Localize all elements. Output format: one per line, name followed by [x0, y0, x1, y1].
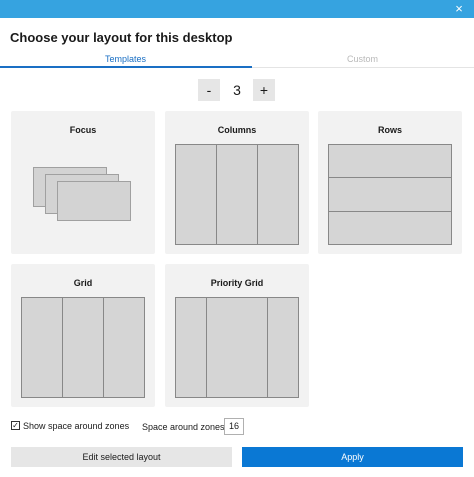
tab-divider — [252, 67, 474, 68]
layout-preview — [328, 144, 452, 245]
zone-divider — [329, 211, 451, 212]
checkmark-icon: ✓ — [12, 421, 19, 430]
layout-card-grid[interactable]: Grid — [11, 264, 155, 407]
layout-card-title: Focus — [69, 125, 97, 135]
layout-card-focus[interactable]: Focus — [11, 111, 155, 254]
layout-preview — [175, 144, 299, 245]
increment-zones-button[interactable]: + — [253, 79, 275, 101]
focus-zone — [57, 181, 131, 221]
layout-preview — [175, 297, 299, 398]
decrement-zones-button[interactable]: - — [198, 79, 220, 101]
apply-button[interactable]: Apply — [242, 447, 463, 467]
title-bar: × — [0, 0, 474, 18]
zone-divider — [267, 298, 268, 397]
layout-card-title: Grid — [73, 278, 93, 288]
tab-custom[interactable]: Custom — [244, 54, 474, 64]
layout-card-columns[interactable]: Columns — [165, 111, 309, 254]
zone-divider — [206, 298, 207, 397]
page-title: Choose your layout for this desktop — [10, 30, 233, 45]
show-space-label: Show space around zones — [23, 421, 130, 431]
tab-active-indicator — [0, 66, 252, 68]
zone-count-value: 3 — [233, 82, 241, 98]
zone-divider — [103, 298, 104, 397]
tab-templates[interactable]: Templates — [7, 54, 244, 64]
space-around-zones-input[interactable]: 16 — [224, 418, 244, 435]
edit-selected-layout-button[interactable]: Edit selected layout — [11, 447, 232, 467]
layout-card-title: Priority Grid — [210, 278, 264, 288]
zone-divider — [216, 145, 217, 244]
zone-divider — [257, 145, 258, 244]
zone-divider — [62, 298, 63, 397]
tab-bar: Templates Custom — [0, 54, 474, 68]
show-space-checkbox[interactable]: ✓ — [11, 421, 20, 430]
layout-preview — [21, 297, 145, 398]
layout-card-title: Rows — [377, 125, 402, 135]
layout-card-title: Columns — [217, 125, 257, 135]
layout-card-rows[interactable]: Rows — [318, 111, 462, 254]
zone-divider — [329, 177, 451, 178]
layout-card-priority-grid[interactable]: Priority Grid — [165, 264, 309, 407]
close-icon: × — [455, 1, 463, 16]
close-button[interactable]: × — [444, 0, 474, 18]
space-around-zones-label: Space around zones — [142, 422, 225, 432]
